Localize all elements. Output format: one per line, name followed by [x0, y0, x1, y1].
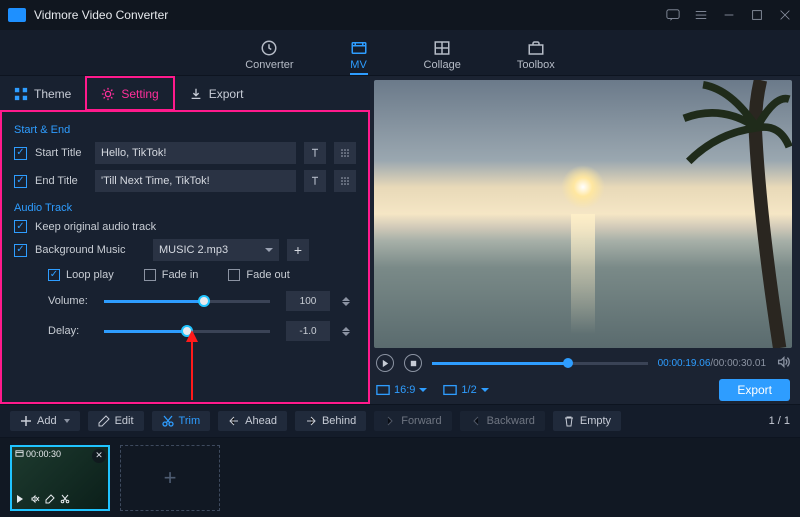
top-nav: Converter MV Collage Toolbox — [0, 30, 800, 76]
start-title-picker-button[interactable] — [334, 142, 356, 164]
play-button[interactable] — [376, 354, 394, 372]
end-title-checkbox[interactable] — [14, 175, 27, 188]
close-icon[interactable] — [778, 8, 792, 22]
preview-time: 00:00:19.06/00:00:30.01 — [658, 358, 766, 369]
bg-music-select[interactable]: MUSIC 2.mp3 — [153, 239, 279, 261]
thumb-duration: 00:00:30 — [15, 449, 61, 459]
loop-checkbox[interactable] — [48, 269, 60, 281]
keep-audio-label: Keep original audio track — [35, 221, 156, 233]
chevron-down-icon — [419, 388, 427, 392]
delay-slider[interactable] — [104, 330, 270, 333]
preview-reflection — [571, 214, 595, 334]
thumb-edit-icon[interactable] — [45, 493, 55, 507]
behind-button[interactable]: Behind — [295, 411, 366, 431]
left-tabs: Theme Setting Export — [0, 76, 370, 112]
backward-button[interactable]: Backward — [460, 411, 545, 431]
delay-value[interactable]: -1.0 — [286, 321, 330, 341]
start-title-font-button[interactable] — [304, 142, 326, 164]
preview-progress[interactable] — [432, 362, 648, 365]
nav-label: Toolbox — [517, 59, 555, 71]
add-clip-slot[interactable]: + — [120, 445, 220, 511]
minimize-icon[interactable] — [722, 8, 736, 22]
title-bar: Vidmore Video Converter — [0, 0, 800, 30]
tab-label: Theme — [34, 87, 71, 101]
clip-toolbar: Add Edit Trim Ahead Behind Forward Backw… — [0, 404, 800, 438]
ahead-button[interactable]: Ahead — [218, 411, 287, 431]
tab-label: Setting — [121, 87, 158, 101]
chevron-down-icon — [481, 388, 489, 392]
nav-label: Collage — [424, 59, 461, 71]
volume-stepper[interactable] — [342, 291, 356, 311]
chevron-down-icon — [265, 248, 273, 252]
video-preview — [374, 80, 792, 348]
start-title-input[interactable] — [95, 142, 296, 164]
aspect-value: 16:9 — [394, 384, 415, 396]
fadein-checkbox[interactable] — [144, 269, 156, 281]
preview-palm-tree — [662, 80, 792, 348]
tab-label: Export — [209, 87, 244, 101]
start-title-label: Start Title — [35, 147, 87, 159]
add-music-button[interactable]: + — [287, 239, 309, 261]
delay-stepper[interactable] — [342, 321, 356, 341]
zoom-select[interactable]: 1/2 — [443, 384, 488, 396]
thumb-trim-icon[interactable] — [60, 493, 70, 507]
end-title-input[interactable] — [95, 170, 296, 192]
time-total: 00:00:30.01 — [713, 358, 766, 369]
add-button[interactable]: Add — [10, 411, 80, 431]
preview-sun — [561, 165, 605, 209]
loop-label: Loop play — [66, 269, 114, 281]
nav-mv[interactable]: MV — [350, 39, 368, 71]
volume-label: Volume: — [48, 295, 94, 307]
pager: 1 / 1 — [769, 415, 790, 427]
clip-thumbnail[interactable]: 00:00:30 ✕ — [10, 445, 110, 511]
end-title-picker-button[interactable] — [334, 170, 356, 192]
zoom-value: 1/2 — [461, 384, 476, 396]
fadein-label: Fade in — [162, 269, 199, 281]
keep-audio-checkbox[interactable] — [14, 220, 27, 233]
volume-value[interactable]: 100 — [286, 291, 330, 311]
stop-button[interactable] — [404, 354, 422, 372]
feedback-icon[interactable] — [666, 8, 680, 22]
fadeout-label: Fade out — [246, 269, 289, 281]
nav-toolbox[interactable]: Toolbox — [517, 39, 555, 71]
volume-slider[interactable] — [104, 300, 270, 303]
thumb-mute-icon[interactable] — [30, 493, 40, 507]
edit-button[interactable]: Edit — [88, 411, 144, 431]
aspect-ratio-select[interactable]: 16:9 — [376, 384, 427, 396]
nav-collage[interactable]: Collage — [424, 39, 461, 71]
section-start-end: Start & End — [14, 124, 356, 136]
nav-label: Converter — [245, 59, 293, 71]
thumbnail-strip: 00:00:30 ✕ + — [0, 438, 800, 517]
trim-button[interactable]: Trim — [152, 411, 211, 431]
end-title-font-button[interactable] — [304, 170, 326, 192]
thumb-play-icon[interactable] — [15, 493, 25, 507]
section-audio: Audio Track — [14, 202, 356, 214]
end-title-label: End Title — [35, 175, 87, 187]
delay-label: Delay: — [48, 325, 94, 337]
export-button[interactable]: Export — [719, 379, 790, 401]
start-title-checkbox[interactable] — [14, 147, 27, 160]
nav-label: MV — [350, 59, 367, 71]
tab-setting[interactable]: Setting — [85, 76, 174, 111]
tab-theme[interactable]: Theme — [0, 76, 85, 111]
app-logo-icon — [8, 8, 26, 22]
forward-button[interactable]: Forward — [374, 411, 451, 431]
chevron-down-icon — [64, 419, 70, 423]
bg-music-checkbox[interactable] — [14, 244, 27, 257]
maximize-icon[interactable] — [750, 8, 764, 22]
nav-converter[interactable]: Converter — [245, 39, 293, 71]
settings-panel: Start & End Start Title End Title Audio … — [0, 110, 370, 404]
volume-icon[interactable] — [776, 355, 790, 372]
thumb-remove-button[interactable]: ✕ — [92, 449, 106, 463]
tab-export[interactable]: Export — [175, 76, 258, 111]
fadeout-checkbox[interactable] — [228, 269, 240, 281]
bg-music-label: Background Music — [35, 244, 145, 256]
time-current: 00:00:19.06 — [658, 358, 711, 369]
empty-button[interactable]: Empty — [553, 411, 621, 431]
app-title: Vidmore Video Converter — [34, 8, 666, 22]
bg-music-value: MUSIC 2.mp3 — [159, 244, 228, 256]
menu-icon[interactable] — [694, 8, 708, 22]
